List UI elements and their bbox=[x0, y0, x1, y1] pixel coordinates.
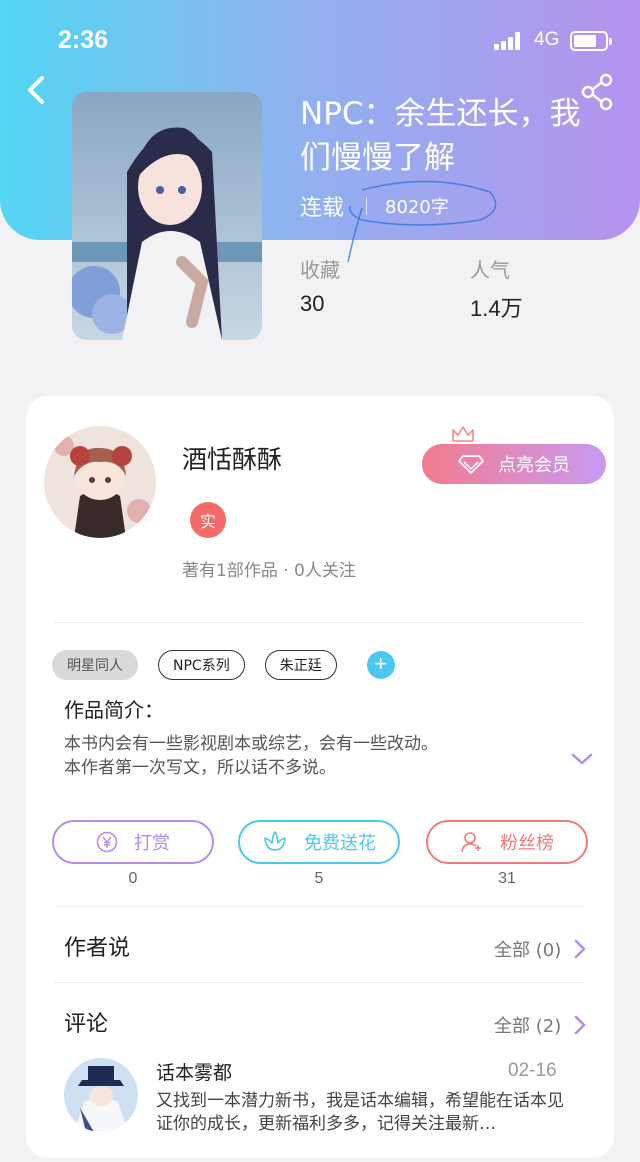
author-says-all-link[interactable]: 全部 (0) bbox=[494, 936, 587, 962]
crown-icon bbox=[452, 426, 474, 442]
intro-line: 本书内会有一些影视剧本或综艺，会有一些改动。 bbox=[64, 734, 438, 754]
comment-text[interactable]: 又找到一本潜力新书，我是话本编辑，希望能在话本见证你的成长，更新福利多多，记得关… bbox=[156, 1090, 576, 1136]
send-flower-label: 免费送花 bbox=[304, 833, 376, 854]
reward-count: 0 bbox=[128, 870, 138, 887]
author-name[interactable]: 酒恬酥酥 bbox=[182, 440, 282, 476]
author-says-title: 作者说 bbox=[64, 936, 131, 961]
stat-label: 收藏 bbox=[300, 258, 340, 282]
battery-icon bbox=[570, 31, 612, 51]
divider bbox=[54, 622, 584, 623]
stat-label: 人气 bbox=[470, 258, 510, 282]
book-status: 连载 bbox=[300, 196, 345, 221]
flower-icon bbox=[264, 831, 286, 851]
yen-icon bbox=[96, 831, 118, 853]
tag-item[interactable]: 朱正廷 bbox=[264, 650, 337, 680]
divider bbox=[54, 906, 584, 907]
comments-all-label: 全部 (2) bbox=[494, 1016, 562, 1037]
intro-text: 本书内会有一些影视剧本或综艺，会有一些改动。 本作者第一次写文，所以话不多说。 bbox=[64, 732, 564, 780]
fan-ranking-label: 粉丝榜 bbox=[500, 833, 554, 854]
chevron-left-icon bbox=[28, 76, 44, 104]
author-avatar-illustration bbox=[44, 426, 156, 538]
book-cover-illustration bbox=[72, 92, 262, 340]
stat-value: 1.4万 bbox=[470, 296, 523, 321]
back-button[interactable] bbox=[22, 72, 54, 108]
fan-count: 31 bbox=[498, 870, 516, 887]
reward-button[interactable]: 打赏 bbox=[52, 820, 214, 864]
author-says-all-label: 全部 (0) bbox=[494, 940, 562, 961]
tag-item[interactable]: 明星同人 bbox=[52, 650, 138, 680]
tag-item[interactable]: NPC系列 bbox=[158, 650, 245, 680]
book-cover[interactable] bbox=[72, 92, 262, 340]
send-flower-button[interactable]: 免费送花 bbox=[238, 820, 400, 864]
signal-icon bbox=[494, 32, 524, 50]
add-tag-button[interactable]: + bbox=[366, 651, 395, 679]
diamond-icon bbox=[458, 455, 484, 474]
intro-line: 本作者第一次写文，所以话不多说。 bbox=[64, 758, 336, 778]
word-count: 8020字 bbox=[385, 197, 449, 218]
chevron-down-icon[interactable] bbox=[570, 750, 594, 768]
commenter-avatar[interactable] bbox=[64, 1058, 138, 1132]
commenter-avatar-illustration bbox=[64, 1058, 138, 1132]
chevron-right-icon bbox=[574, 1015, 586, 1035]
tag-list: 明星同人 NPC系列 朱正廷 + bbox=[52, 650, 395, 680]
stat-favorites: 收藏 30 bbox=[300, 254, 340, 317]
network-type: 4G bbox=[534, 29, 560, 50]
divider bbox=[54, 982, 584, 983]
meta-divider bbox=[366, 197, 368, 215]
fan-ranking-button[interactable]: 粉丝榜 bbox=[426, 820, 588, 864]
comments-title: 评论 bbox=[64, 1012, 109, 1037]
detail-card: 酒恬酥酥 点亮会员 实 著有1部作品 · 0人关注 明星同人 NPC系列 朱正廷… bbox=[26, 396, 614, 1158]
chevron-right-icon bbox=[574, 939, 586, 959]
fan-ranking-icon bbox=[461, 832, 481, 853]
stat-popularity: 人气 1.4万 bbox=[470, 254, 523, 323]
commenter-name[interactable]: 话本雾都 bbox=[156, 1058, 232, 1085]
intro-title: 作品简介： bbox=[64, 698, 164, 722]
book-meta: 连载 8020字 bbox=[300, 190, 449, 222]
activate-membership-label: 点亮会员 bbox=[498, 455, 570, 476]
verified-badge: 实 bbox=[190, 502, 226, 538]
author-info: 著有1部作品 · 0人关注 bbox=[182, 561, 356, 581]
comment-date: 02-16 bbox=[508, 1060, 557, 1081]
status-bar: 2:36 4G bbox=[0, 0, 640, 80]
comments-all-link[interactable]: 全部 (2) bbox=[494, 1012, 587, 1038]
stat-value: 30 bbox=[300, 291, 325, 316]
author-avatar[interactable] bbox=[44, 426, 156, 538]
reward-label: 打赏 bbox=[134, 833, 170, 854]
activate-membership-button[interactable]: 点亮会员 bbox=[422, 444, 606, 484]
status-time: 2:36 bbox=[58, 26, 109, 54]
flower-count: 5 bbox=[314, 870, 324, 887]
book-title: NPC：余生还长，我们慢慢了解 bbox=[300, 96, 581, 176]
